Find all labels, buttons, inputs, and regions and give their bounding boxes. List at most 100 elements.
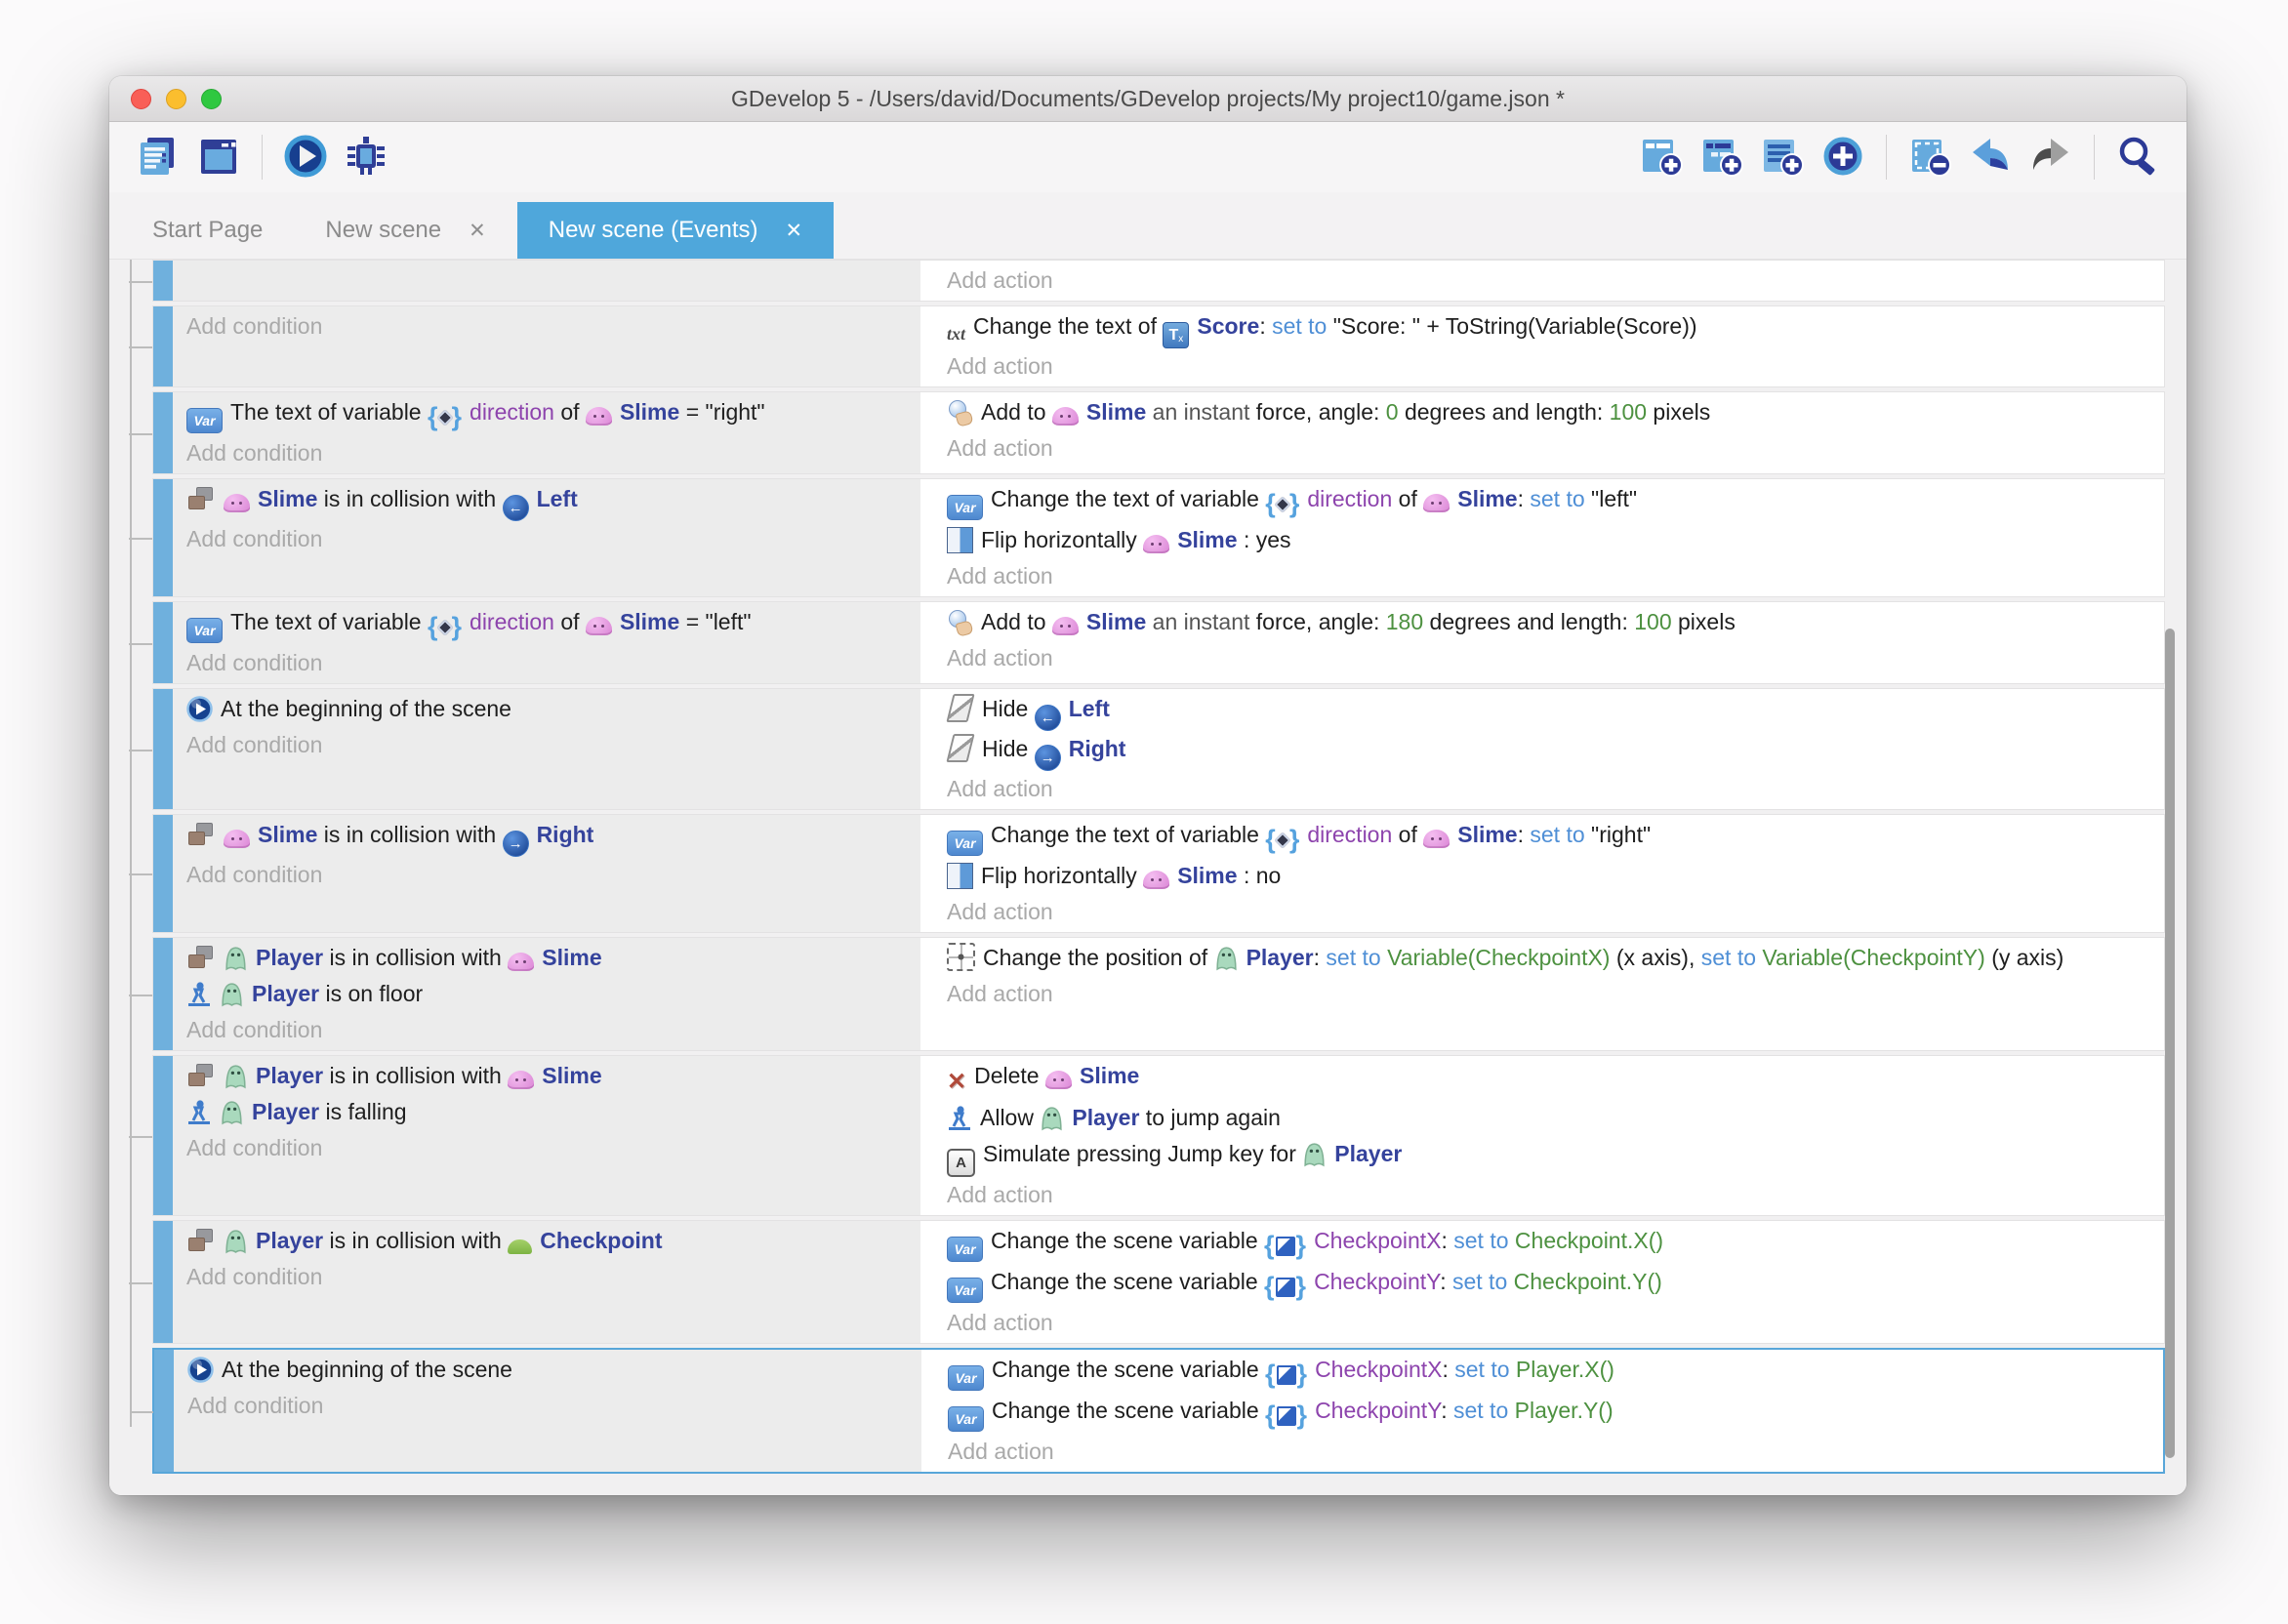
condition-line[interactable]: Player is in collision with Slime	[186, 1058, 913, 1094]
action-line[interactable]: Hide Left	[947, 691, 2150, 731]
condition-line[interactable]: Player is in collision with Slime	[186, 940, 913, 976]
conditions-cell[interactable]: Player is in collision with SlimePlayer …	[173, 938, 920, 1050]
add-condition-button[interactable]: Add condition	[186, 727, 913, 763]
event-row[interactable]: Add action	[152, 260, 2165, 302]
scene-editor-button[interactable]	[193, 132, 244, 183]
conditions-cell[interactable]: Slime is in collision with LeftAdd condi…	[173, 479, 920, 596]
action-line[interactable]: Simulate pressing Jump key for Player	[947, 1136, 2150, 1177]
add-subevent-button[interactable]	[1696, 132, 1747, 183]
condition-line[interactable]: Slime is in collision with Left	[186, 481, 913, 521]
event-row[interactable]: Player is in collision with SlimePlayer …	[152, 937, 2165, 1051]
play-button[interactable]	[280, 132, 331, 183]
action-line[interactable]: Change the scene variable CheckpointY: s…	[948, 1393, 2149, 1434]
delete-event-button[interactable]	[1904, 132, 1955, 183]
event-row[interactable]: Add condition Change the text of TxScore:…	[152, 305, 2165, 387]
add-condition-button[interactable]: Add condition	[186, 1012, 913, 1048]
event-row[interactable]: The text of variable direction of Slime …	[152, 601, 2165, 684]
condition-line[interactable]: Player is in collision with Checkpoint	[186, 1223, 913, 1259]
undo-button[interactable]	[1965, 132, 2016, 183]
add-action-button[interactable]: Add action	[947, 430, 2150, 467]
actions-cell[interactable]: Change the scene variable CheckpointX: s…	[935, 1221, 2164, 1343]
action-line[interactable]: Change the scene variable CheckpointX: s…	[947, 1223, 2150, 1264]
conditions-cell[interactable]: At the beginning of the sceneAdd conditi…	[173, 689, 920, 809]
add-condition-button[interactable]: Add condition	[186, 1259, 913, 1295]
actions-cell[interactable]: Change the position of Player: set to Va…	[935, 938, 2164, 1050]
condition-line[interactable]: The text of variable direction of Slime …	[186, 394, 913, 435]
add-action-button[interactable]: Add action	[947, 976, 2150, 1012]
add-action-button[interactable]: Add action	[947, 640, 2150, 676]
event-row[interactable]: At the beginning of the sceneAdd conditi…	[152, 688, 2165, 810]
vertical-scrollbar[interactable]	[2165, 629, 2175, 1458]
add-circle-button[interactable]	[1818, 132, 1868, 183]
actions-cell[interactable]: Change the scene variable CheckpointX: s…	[936, 1350, 2163, 1472]
conditions-cell[interactable]: Add condition	[173, 306, 920, 386]
action-line[interactable]: Change the position of Player: set to Va…	[947, 940, 2150, 976]
conditions-cell[interactable]: The text of variable direction of Slime …	[173, 392, 920, 473]
actions-cell[interactable]: Add to Slime an instant force, angle: 0 …	[935, 392, 2164, 473]
action-line[interactable]: Change the text of TxScore: set to "Scor…	[947, 308, 2150, 348]
actions-cell[interactable]: Change the text of TxScore: set to "Scor…	[935, 306, 2164, 386]
condition-line[interactable]: Player is on floor	[186, 976, 913, 1012]
actions-cell[interactable]: Add to Slime an instant force, angle: 18…	[935, 602, 2164, 683]
tab-new-scene-events-[interactable]: New scene (Events)	[517, 202, 834, 259]
tab-start-page[interactable]: Start Page	[121, 202, 294, 259]
condition-line[interactable]: Player is falling	[186, 1094, 913, 1130]
debug-button[interactable]	[341, 132, 391, 183]
action-line[interactable]: Change the text of variable direction of…	[947, 481, 2150, 522]
event-row[interactable]: Slime is in collision with RightAdd cond…	[152, 814, 2165, 933]
add-action-button[interactable]: Add action	[947, 771, 2150, 807]
add-condition-button[interactable]: Add condition	[186, 645, 913, 681]
close-tab-icon[interactable]	[786, 221, 803, 241]
action-line[interactable]: Hide Right	[947, 731, 2150, 771]
add-condition-button[interactable]: Add condition	[186, 857, 913, 893]
condition-line[interactable]: At the beginning of the scene	[186, 691, 913, 727]
redo-button[interactable]	[2025, 132, 2076, 183]
add-condition-button[interactable]: Add condition	[186, 1130, 913, 1166]
add-event-button[interactable]	[1636, 132, 1687, 183]
window-titlebar[interactable]: GDevelop 5 - /Users/david/Documents/GDev…	[109, 76, 2186, 122]
minimize-window-button[interactable]	[166, 89, 186, 109]
actions-cell[interactable]: Add action	[935, 261, 2164, 301]
action-line[interactable]: Change the scene variable CheckpointY: s…	[947, 1264, 2150, 1305]
tab-new-scene[interactable]: New scene	[294, 202, 516, 259]
condition-line[interactable]: At the beginning of the scene	[187, 1352, 914, 1388]
add-action-button[interactable]: Add action	[947, 348, 2150, 385]
action-line[interactable]: Change the scene variable CheckpointX: s…	[948, 1352, 2149, 1393]
event-row[interactable]: Slime is in collision with LeftAdd condi…	[152, 478, 2165, 597]
zoom-window-button[interactable]	[201, 89, 222, 109]
action-line[interactable]: Add to Slime an instant force, angle: 0 …	[947, 394, 2150, 430]
condition-line[interactable]: Slime is in collision with Right	[186, 817, 913, 857]
conditions-cell[interactable]: At the beginning of the sceneAdd conditi…	[174, 1350, 921, 1472]
add-action-button[interactable]: Add action	[947, 1177, 2150, 1213]
action-line[interactable]: Change the text of variable direction of…	[947, 817, 2150, 858]
conditions-cell[interactable]: Slime is in collision with RightAdd cond…	[173, 815, 920, 932]
close-tab-icon[interactable]	[469, 221, 486, 241]
add-action-button[interactable]: Add action	[948, 1434, 2149, 1470]
action-line[interactable]: Allow Player to jump again	[947, 1100, 2150, 1136]
add-action-button[interactable]: Add action	[947, 263, 2150, 299]
actions-cell[interactable]: Delete SlimeAllow Player to jump againSi…	[935, 1056, 2164, 1215]
add-condition-button[interactable]: Add condition	[187, 1388, 914, 1424]
action-line[interactable]: Flip horizontally Slime : no	[947, 858, 2150, 894]
condition-line[interactable]: The text of variable direction of Slime …	[186, 604, 913, 645]
close-window-button[interactable]	[131, 89, 151, 109]
conditions-cell[interactable]	[173, 261, 920, 301]
event-row[interactable]: At the beginning of the sceneAdd conditi…	[152, 1348, 2165, 1474]
add-action-button[interactable]: Add action	[947, 894, 2150, 930]
conditions-cell[interactable]: The text of variable direction of Slime …	[173, 602, 920, 683]
conditions-cell[interactable]: Player is in collision with SlimePlayer …	[173, 1056, 920, 1215]
action-line[interactable]: Flip horizontally Slime : yes	[947, 522, 2150, 558]
actions-cell[interactable]: Change the text of variable direction of…	[935, 479, 2164, 596]
add-action-button[interactable]: Add action	[947, 558, 2150, 594]
add-action-button[interactable]: Add action	[947, 1305, 2150, 1341]
action-line[interactable]: Delete Slime	[947, 1058, 2150, 1100]
project-manager-button[interactable]	[133, 132, 184, 183]
search-button[interactable]	[2112, 132, 2163, 183]
actions-cell[interactable]: Hide LeftHide RightAdd action	[935, 689, 2164, 809]
event-row[interactable]: The text of variable direction of Slime …	[152, 391, 2165, 474]
action-line[interactable]: Add to Slime an instant force, angle: 18…	[947, 604, 2150, 640]
event-row[interactable]: Player is in collision with CheckpointAd…	[152, 1220, 2165, 1344]
actions-cell[interactable]: Change the text of variable direction of…	[935, 815, 2164, 932]
add-condition-button[interactable]: Add condition	[186, 521, 913, 557]
conditions-cell[interactable]: Player is in collision with CheckpointAd…	[173, 1221, 920, 1343]
